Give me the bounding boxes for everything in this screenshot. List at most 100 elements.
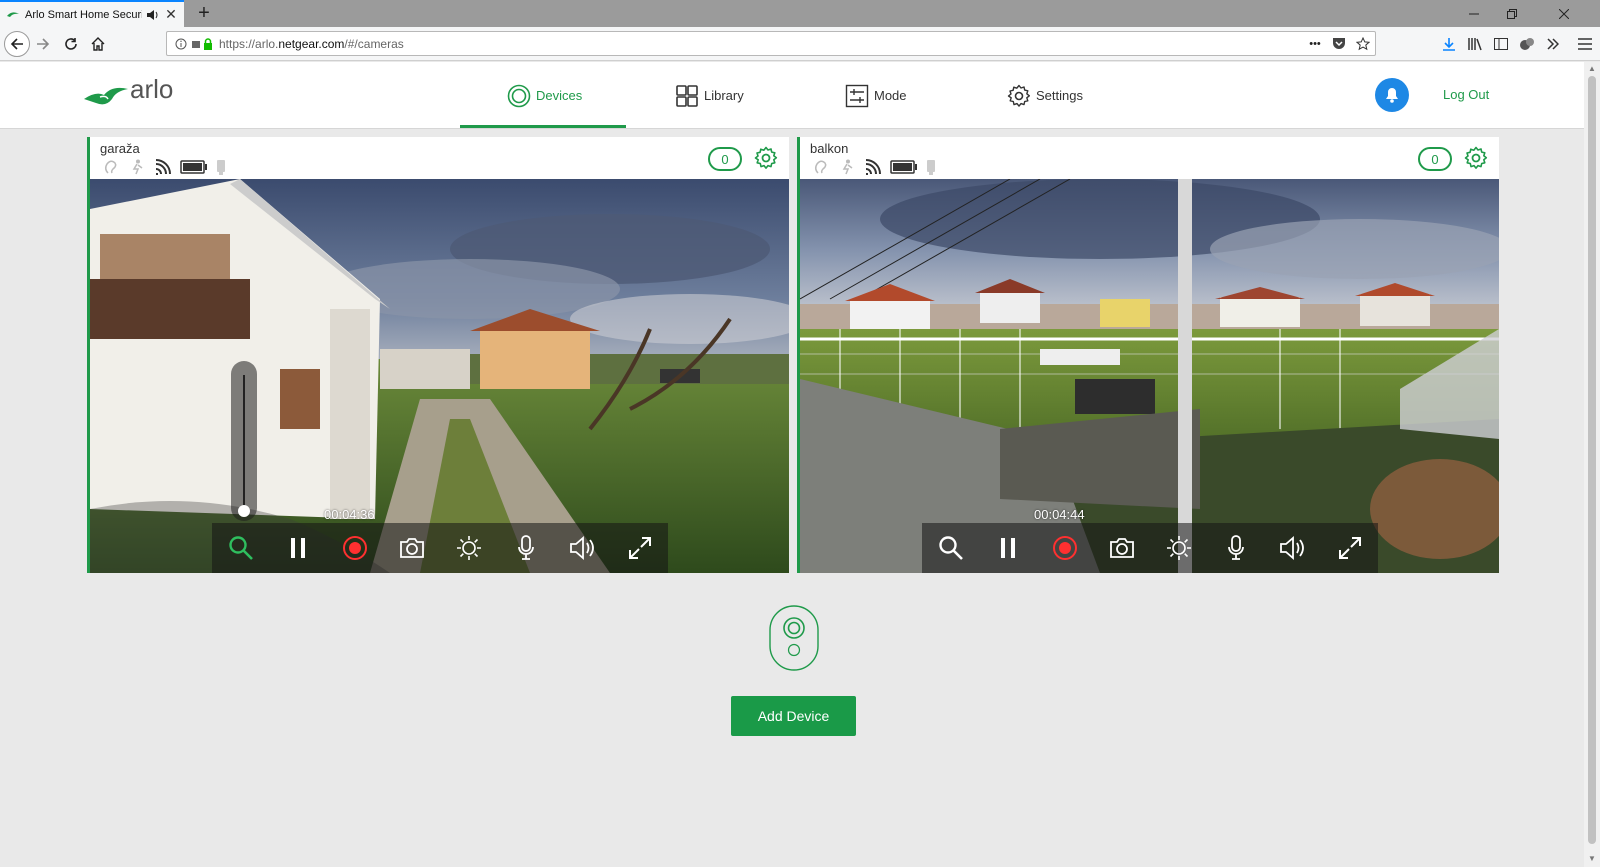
pocket-icon [1333,38,1345,49]
arrow-left-icon [10,38,23,50]
battery-icon [180,160,207,174]
wifi-signal-icon [865,159,881,175]
nav-settings-label: Settings [1036,88,1083,103]
permissions-icon[interactable] [191,38,201,50]
camera-settings-button[interactable] [1463,145,1489,171]
camera-card-garaza: garaža 0 00:04:36 [87,137,789,573]
scrollbar-thumb[interactable] [1588,76,1596,844]
minimize-button[interactable] [1455,0,1493,27]
browser-tab-active[interactable]: Arlo Smart Home Security C ✕ [0,0,184,27]
camera-card-balkon: balkon 0 00:04:44 [797,137,1499,573]
tab-close-icon[interactable]: ✕ [164,6,178,23]
page-scrollbar[interactable]: ▲ ▼ [1584,62,1600,867]
camera-settings-button[interactable] [753,145,779,171]
library-shelf-icon [1468,38,1482,51]
microphone-icon [1227,535,1244,560]
zoom-handle[interactable] [238,505,250,517]
info-icon[interactable] [175,38,187,50]
overflow-button[interactable] [1540,31,1566,57]
close-icon [1559,8,1569,19]
live-timer: 00:04:44 [1034,507,1085,522]
fullscreen-button[interactable] [1321,528,1378,568]
address-bar[interactable]: https://arlo. netgear.com/#/cameras ••• [166,31,1376,56]
nav-settings[interactable]: Settings [1007,62,1083,129]
fullscreen-button[interactable] [611,528,668,568]
home-button[interactable] [85,31,111,57]
lock-icon[interactable] [203,37,213,50]
scroll-up-icon[interactable]: ▲ [1587,64,1597,73]
recording-count-badge[interactable]: 0 [1418,147,1452,171]
camera-icon [1109,538,1134,558]
bookmark-star-button[interactable] [1351,36,1375,51]
live-timer: 00:04:36 [324,507,375,522]
speaker-icon[interactable] [146,9,160,21]
add-device-button[interactable]: Add Device [731,696,856,736]
pause-button[interactable] [269,528,326,568]
minimize-icon [1469,13,1479,14]
volume-button[interactable] [554,528,611,568]
microphone-button[interactable] [1207,528,1264,568]
nav-library-label: Library [704,88,744,103]
url-prefix: https://arlo. [219,36,279,51]
brightness-button[interactable] [1150,528,1207,568]
volume-button[interactable] [1264,528,1321,568]
settings-icon [1007,84,1030,107]
back-button[interactable] [4,31,30,57]
zoom-button[interactable] [212,528,269,568]
recording-count-badge[interactable]: 0 [708,147,742,171]
restore-button[interactable] [1493,0,1531,27]
expand-icon [1338,537,1361,559]
snapshot-button[interactable] [383,528,440,568]
nav-devices[interactable]: Devices [507,62,582,129]
camera-status-icons [812,159,936,175]
restore-icon [1507,8,1517,19]
double-chevron-icon [1547,38,1559,50]
live-video-frame [800,179,1499,573]
microphone-button[interactable] [497,528,554,568]
extension-button[interactable] [1514,31,1540,57]
home-icon [91,37,105,51]
zoom-button[interactable] [922,528,979,568]
arrow-right-icon [37,38,50,50]
forward-button[interactable] [30,31,56,57]
pocket-button[interactable] [1327,37,1351,50]
motion-detection-icon [132,159,143,175]
arlo-logo[interactable]: arlo [82,74,187,113]
downloads-button[interactable] [1436,31,1462,57]
logout-link[interactable]: Log Out [1443,87,1489,102]
page-actions-menu[interactable]: ••• [1303,38,1327,50]
notifications-button[interactable] [1375,78,1409,112]
record-button[interactable] [326,528,383,568]
close-window-button[interactable] [1545,0,1583,27]
camera-icon [399,538,424,558]
snapshot-button[interactable] [1093,528,1150,568]
nav-mode-label: Mode [874,88,907,103]
camera-name: garaža [100,141,140,156]
brightness-button[interactable] [440,528,497,568]
nav-mode[interactable]: Mode [845,62,907,129]
camera-live-feed[interactable]: 00:04:44 [800,179,1499,573]
new-tab-button[interactable]: + [193,2,215,24]
zoom-slider[interactable] [231,361,257,521]
camera-status-icons [102,159,226,175]
devices-icon [507,84,531,107]
wifi-signal-icon [155,159,171,175]
brightness-icon [456,536,481,560]
camera-header: garaža 0 [90,137,789,179]
motion-detection-icon [842,159,853,175]
speaker-volume-icon [569,536,594,560]
zoom-track [243,375,245,511]
menu-button[interactable] [1572,31,1598,57]
record-button[interactable] [1036,528,1093,568]
battery-icon [890,160,917,174]
library-button[interactable] [1462,31,1488,57]
bell-icon [1386,88,1398,103]
sidebar-button[interactable] [1488,31,1514,57]
pause-button[interactable] [979,528,1036,568]
reload-button[interactable] [58,31,84,57]
camera-live-feed[interactable]: 00:04:36 [90,179,789,573]
nav-library[interactable]: Library [675,62,744,129]
live-video-frame [90,179,789,573]
arlo-favicon-icon [7,11,19,17]
scroll-down-icon[interactable]: ▼ [1587,854,1597,863]
